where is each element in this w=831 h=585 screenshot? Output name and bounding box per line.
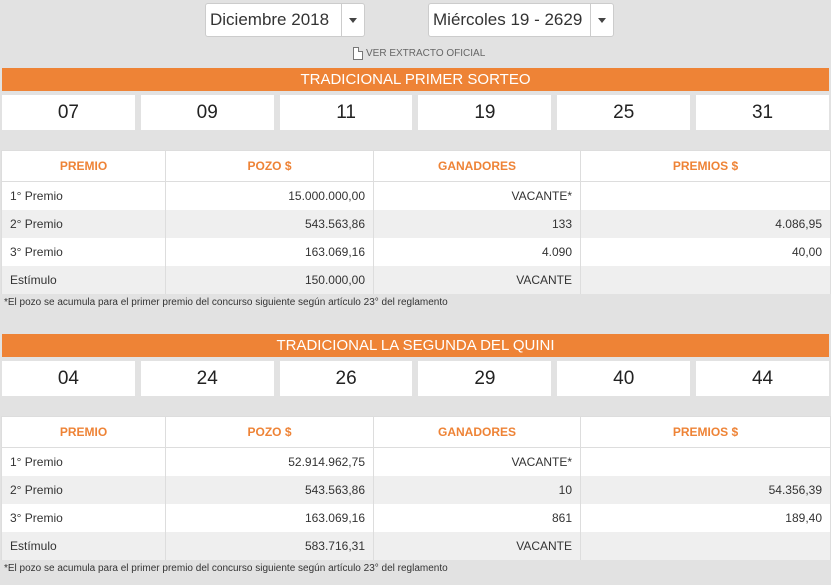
view-official-extract-link[interactable]: VER EXTRACTO OFICIAL [353,47,485,60]
drawn-number: 09 [140,95,274,130]
cell-premio: Estímulo [1,266,166,294]
cell-premios [580,266,831,294]
draw-select[interactable]: Miércoles 19 - 2629 [428,3,614,37]
cell-pozo: 15.000.000,00 [165,181,374,210]
cell-premio: 2° Premio [1,476,166,504]
cell-ganadores: 133 [373,210,581,238]
cell-ganadores: 861 [373,504,581,532]
drawn-number: 44 [696,361,829,396]
cell-pozo: 543.563,86 [165,476,374,504]
drawn-number: 11 [279,95,413,130]
cell-pozo: 543.563,86 [165,210,374,238]
table-row: 1° Premio 15.000.000,00 VACANTE* [1,181,831,210]
cell-ganadores: 4.090 [373,238,581,266]
cell-premios: 40,00 [580,238,831,266]
cell-premio: Estímulo [1,532,166,560]
drawn-number: 04 [2,361,135,396]
column-header: POZO $ [165,150,374,182]
prize-table: PREMIO POZO $ GANADORES PREMIOS $1° Premio 1… [1,150,831,294]
cell-ganadores: VACANTE [373,266,581,294]
drawn-numbers: 07 09 11 19 25 31 [0,91,831,130]
cell-ganadores: 10 [373,476,581,504]
drawn-number: 29 [418,361,552,396]
section-title: TRADICIONAL PRIMER SORTEO [2,68,829,91]
month-select-value: Diciembre 2018 [210,10,330,29]
drawn-number: 24 [140,361,274,396]
drawn-number: 25 [557,95,691,130]
table-row: 2° Premio 543.563,86 10 54.356,39 [1,476,831,504]
draw-select-value: Miércoles 19 - 2629 [433,10,583,29]
pdf-file-icon [353,47,363,60]
table-row: 1° Premio 52.914.962,75 VACANTE* [1,447,831,476]
cell-ganadores: VACANTE* [373,447,581,476]
cell-ganadores: VACANTE [373,532,581,560]
footnote: *El pozo se acumula para el primer premi… [4,297,448,308]
prize-table: PREMIO POZO $ GANADORES PREMIOS $1° Premio 5… [1,416,831,560]
column-header: PREMIO [1,416,166,448]
cell-premios [580,532,831,560]
table-row: 3° Premio 163.069,16 4.090 40,00 [1,238,831,266]
drawn-numbers: 04 24 26 29 40 44 [0,357,831,396]
cell-pozo: 163.069,16 [165,504,374,532]
cell-premio: 3° Premio [1,238,166,266]
chevron-down-icon[interactable] [341,4,364,36]
column-header: POZO $ [165,416,374,448]
column-header: GANADORES [373,416,581,448]
cell-premios [580,181,831,210]
column-header: PREMIOS $ [580,416,831,448]
cell-pozo: 52.914.962,75 [165,447,374,476]
results-container: TRADICIONAL PRIMER SORTEO 07 09 11 19 25 31 PRE… [0,68,831,577]
cell-premios: 4.086,95 [580,210,831,238]
cell-pozo: 150.000,00 [165,266,374,294]
column-header: GANADORES [373,150,581,182]
drawn-number: 26 [279,361,413,396]
chevron-down-icon[interactable] [590,4,613,36]
drawn-number: 07 [2,95,135,130]
section-title: TRADICIONAL LA SEGUNDA DEL QUINI [2,334,829,357]
filter-bar: Diciembre 2018 Miércoles 19 - 2629 VER E… [0,0,831,68]
column-header: PREMIOS $ [580,150,831,182]
drawn-number: 40 [557,361,691,396]
table-row: 3° Premio 163.069,16 861 189,40 [1,504,831,532]
cell-pozo: 163.069,16 [165,238,374,266]
table-row: 2° Premio 543.563,86 133 4.086,95 [1,210,831,238]
cell-premios: 189,40 [580,504,831,532]
cell-premio: 2° Premio [1,210,166,238]
table-row: Estímulo 150.000,00 VACANTE [1,266,831,294]
cell-premio: 3° Premio [1,504,166,532]
footnote: *El pozo se acumula para el primer premi… [4,563,448,574]
cell-premios [580,447,831,476]
drawn-number: 19 [418,95,552,130]
drawn-number: 31 [696,95,829,130]
cell-ganadores: VACANTE* [373,181,581,210]
cell-premios: 54.356,39 [580,476,831,504]
table-row: Estímulo 583.716,31 VACANTE [1,532,831,560]
cell-pozo: 583.716,31 [165,532,374,560]
month-select[interactable]: Diciembre 2018 [205,3,365,37]
cell-premio: 1° Premio [1,181,166,210]
cell-premio: 1° Premio [1,447,166,476]
column-header: PREMIO [1,150,166,182]
extract-link-label: VER EXTRACTO OFICIAL [366,48,486,59]
